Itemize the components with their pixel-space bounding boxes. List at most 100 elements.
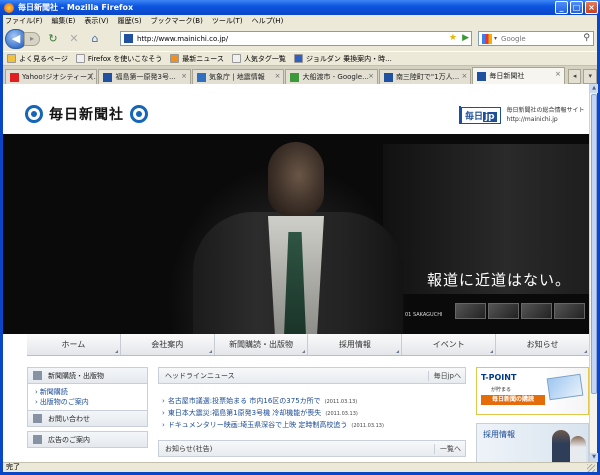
link-subscribe[interactable]: 新聞購読 xyxy=(35,387,147,397)
url-bar[interactable]: http://www.mainichi.co.jp/ ★ ▶ xyxy=(120,31,472,46)
menu-tools[interactable]: ツール(T) xyxy=(212,16,243,26)
gnav-recruit[interactable]: 採用情報 xyxy=(308,334,403,355)
browser-tab[interactable]: 福島第一原発3号... × xyxy=(98,69,191,84)
gnav-company[interactable]: 会社案内 xyxy=(121,334,215,355)
bookmark-item[interactable]: 人気タグ一覧 xyxy=(231,54,286,64)
site-header: 毎日新聞社 毎日 jp 毎日新聞社の総合情報サイト http://mainichi… xyxy=(3,84,589,134)
bookmark-item[interactable]: ジョルダン 乗換案内・時... xyxy=(293,54,392,64)
vertical-scrollbar[interactable]: ▲ ▼ xyxy=(589,84,598,462)
tab-scroll-icon[interactable]: ◂ xyxy=(567,69,582,84)
close-button[interactable]: × xyxy=(585,1,598,14)
url-text[interactable]: http://www.mainichi.co.jp/ xyxy=(137,35,228,43)
search-magnifier-icon[interactable]: ⚲ xyxy=(583,33,590,43)
section-square-icon xyxy=(33,414,42,423)
tab-close-icon[interactable]: × xyxy=(368,72,374,80)
sidebar-section-advertising[interactable]: 広告のご案内 xyxy=(27,431,148,448)
notice-header: お知らせ(社告) 一覧へ xyxy=(158,440,466,457)
headline-title: ヘッドラインニュース xyxy=(165,371,235,380)
status-bar: 完了 xyxy=(3,462,597,472)
bookmark-star-icon[interactable]: ★ xyxy=(449,33,457,43)
bookmark-item[interactable]: 最新ニュース xyxy=(170,54,224,64)
browser-tab[interactable]: 気象庁 | 地震情報 × xyxy=(191,69,285,84)
browser-tab[interactable]: 毎日新聞社 × xyxy=(472,67,565,84)
go-arrow-icon[interactable]: ▶ xyxy=(462,33,469,43)
headline-list: 名古屋市議選:投票始まる 市内16区の375カ所で(2011.03.13) 東日… xyxy=(158,384,466,438)
minimize-button[interactable]: _ xyxy=(555,1,568,14)
forward-arrow-icon[interactable]: ▸ xyxy=(24,32,40,46)
browser-tab[interactable]: Yahoo!ジオシティーズ... × xyxy=(5,69,98,84)
scroll-up-icon[interactable]: ▲ xyxy=(590,84,598,93)
tab-close-icon[interactable]: × xyxy=(462,72,468,80)
sidebar-section-subscription[interactable]: 新聞購読・出版物 xyxy=(27,367,148,384)
recruit-person-image xyxy=(552,430,570,462)
gnav-notices[interactable]: お知らせ xyxy=(496,334,589,355)
right-sidebar: T-POINT が貯まる 毎日新聞の購読 採用情報 xyxy=(476,367,589,462)
gnav-home[interactable]: ホーム xyxy=(27,334,121,355)
gnav-events[interactable]: イベント xyxy=(402,334,497,355)
search-engine-dropdown-icon[interactable]: ▾ xyxy=(494,35,497,42)
mainichi-jp-banner[interactable]: 毎日 jp 毎日新聞社の総合情報サイト http://mainichi.jp xyxy=(455,106,585,124)
bookmarks-toolbar: よく見るページ Firefox を使いこなそう 最新ニュース 人気タグ一覧 ジョルダン … xyxy=(3,51,597,66)
menu-history[interactable]: 履歴(S) xyxy=(118,16,142,26)
link-publications[interactable]: 出版物のご案内 xyxy=(35,397,147,407)
global-nav: ホーム 会社案内 新聞購読・出版物 採用情報 イベント お知らせ xyxy=(27,334,589,356)
browser-tab[interactable]: 南三陸町で"1万人... × xyxy=(378,69,472,84)
stop-icon[interactable]: ✕ xyxy=(66,31,82,47)
navigation-toolbar: ◀ ▸ ↻ ✕ ⌂ http://www.mainichi.co.jp/ ★ ▶… xyxy=(3,27,597,51)
maximize-button[interactable]: □ xyxy=(570,1,583,14)
headline-more-link[interactable]: 毎日jpへ xyxy=(427,370,461,381)
sidebar-section-contact[interactable]: お問い合わせ xyxy=(27,410,148,427)
resize-grip-icon[interactable] xyxy=(587,464,595,472)
bookmark-item[interactable]: Firefox を使いこなそう xyxy=(75,54,162,64)
hero-slogan: 報道に近道はない。 xyxy=(427,271,572,289)
headline-item[interactable]: 名古屋市議選:投票始まる 市内16区の375カ所で(2011.03.13) xyxy=(162,396,466,408)
menu-edit[interactable]: 編集(E) xyxy=(52,16,76,26)
tab-close-icon[interactable]: × xyxy=(181,72,187,80)
tab-close-icon[interactable]: × xyxy=(555,70,561,78)
menu-bookmarks[interactable]: ブックマーク(B) xyxy=(151,16,203,26)
home-icon[interactable]: ⌂ xyxy=(87,31,103,47)
tab-list-icon[interactable]: ▾ xyxy=(583,69,597,84)
search-input[interactable] xyxy=(501,34,572,43)
hero-thumbnail[interactable] xyxy=(488,303,519,319)
menu-help[interactable]: ヘルプ(H) xyxy=(252,16,284,26)
recruit-banner[interactable]: 採用情報 xyxy=(476,423,589,462)
reload-icon[interactable]: ↻ xyxy=(45,31,61,47)
scroll-down-icon[interactable]: ▼ xyxy=(590,453,598,462)
bookmark-favicon-icon xyxy=(170,54,180,63)
headline-header: ヘッドラインニュース 毎日jpへ xyxy=(158,367,466,384)
tab-favicon-icon xyxy=(103,72,113,82)
section-square-icon xyxy=(33,435,42,444)
menu-file[interactable]: ファイル(F) xyxy=(5,16,43,26)
tab-favicon-icon xyxy=(10,72,19,82)
headline-item[interactable]: 東日本大震災:福島第1原発3号機 冷却機能が喪失(2011.03.13) xyxy=(162,408,466,420)
google-icon[interactable] xyxy=(482,33,492,44)
mainichi-jp-badge: 毎日 jp xyxy=(461,106,501,124)
menu-view[interactable]: 表示(V) xyxy=(84,16,108,26)
browser-tab[interactable]: 大船渡市 - Google... × xyxy=(285,69,378,84)
tab-close-icon[interactable]: × xyxy=(275,72,281,80)
hero-image: 報道に近道はない。 01 SAKAGUCHI xyxy=(3,134,589,334)
page-content: 毎日新聞社 毎日 jp 毎日新聞社の総合情報サイト http://mainichi… xyxy=(3,84,589,462)
hero-credit: 01 SAKAGUCHI xyxy=(405,312,443,318)
bookmark-item[interactable]: よく見るページ xyxy=(7,54,68,64)
firefox-icon xyxy=(4,2,14,13)
hero-thumbnail[interactable] xyxy=(554,303,585,319)
gnav-subscription[interactable]: 新聞購読・出版物 xyxy=(215,334,309,355)
site-logo[interactable]: 毎日新聞社 xyxy=(25,104,148,124)
tpoint-logo: T-POINT xyxy=(481,373,517,382)
hero-thumbnail[interactable] xyxy=(521,303,552,319)
window-titlebar: 毎日新聞社 - Mozilla Firefox _ □ × xyxy=(0,0,600,15)
left-sidebar: 新聞購読・出版物 新聞購読 出版物のご案内 お問い合わせ 広告のご案内 xyxy=(27,367,148,448)
headline-section: ヘッドラインニュース 毎日jpへ 名古屋市議選:投票始まる 市内16区の375カ… xyxy=(158,367,466,457)
recruit-person-image xyxy=(570,436,586,462)
tpoint-subscribe-label: 毎日新聞の購読 xyxy=(481,395,545,405)
tab-favicon-icon xyxy=(477,71,487,81)
headline-item[interactable]: ドキュメンタリー映画:埼玉県深谷で上映 定時制高校追う(2011.03.13) xyxy=(162,420,466,432)
tab-close-icon[interactable]: × xyxy=(88,72,94,80)
search-bar[interactable]: ▾ ⚲ xyxy=(478,31,594,46)
hero-thumbnail[interactable] xyxy=(455,303,486,319)
scrollbar-thumb[interactable] xyxy=(591,94,597,394)
tpoint-banner[interactable]: T-POINT が貯まる 毎日新聞の購読 xyxy=(476,367,589,415)
notice-more-link[interactable]: 一覧へ xyxy=(434,443,461,454)
